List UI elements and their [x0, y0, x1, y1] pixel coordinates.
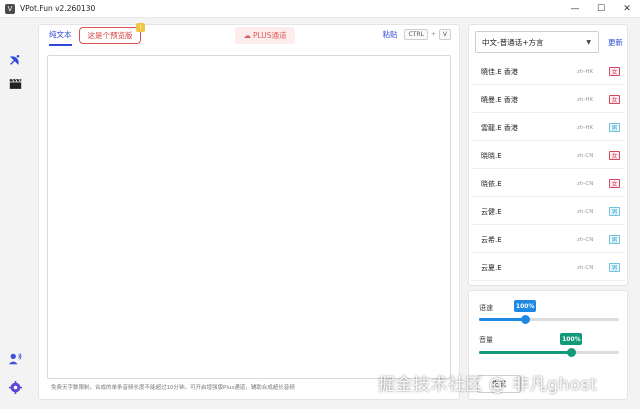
- voice-locale: zh-CN: [577, 152, 594, 159]
- voice-locale: zh-CN: [577, 208, 594, 215]
- title-bar: V VPot.Fun v2.260130 — ☐ ✕: [0, 0, 640, 18]
- voice-item[interactable]: 云希.E zh-CN 男: [471, 227, 625, 253]
- maximize-button[interactable]: ☐: [588, 0, 614, 18]
- voice-name: 曉佳.E 香港: [481, 67, 518, 76]
- voice-locale: zh-CN: [577, 236, 594, 243]
- tab-plus-label: PLUS通道: [252, 31, 287, 40]
- voice-locale: zh-HK: [577, 96, 594, 103]
- voice-item[interactable]: 晓晓.E zh-CN 女: [471, 143, 625, 169]
- voice-name: 雲龍.E 香港: [481, 123, 518, 132]
- voice-item[interactable]: 晓依.E zh-CN 女: [471, 171, 625, 197]
- text-input-area[interactable]: [47, 55, 451, 379]
- gender-badge: 女: [609, 179, 620, 188]
- voice-name: 云健.E: [481, 207, 502, 216]
- cloud-icon: ☁: [243, 31, 251, 40]
- satellite-dish-icon[interactable]: [8, 52, 22, 66]
- volume-slider-thumb[interactable]: [567, 348, 577, 357]
- v-key: V: [438, 29, 451, 40]
- voice-name: 云希.E: [481, 235, 502, 244]
- voice-item[interactable]: 云健.E zh-CN 男: [471, 199, 625, 225]
- preview-tag-label: 这是个预览版: [87, 31, 133, 40]
- voice-name: 晓晓.E: [481, 151, 502, 160]
- gender-badge: 男: [609, 235, 620, 244]
- left-rail: [0, 18, 30, 409]
- paste-shortcut[interactable]: 粘贴 CTRL + V: [382, 29, 451, 40]
- speed-slider-fill: [479, 318, 526, 321]
- app-logo-icon: V: [5, 3, 15, 14]
- close-button[interactable]: ✕: [614, 0, 640, 18]
- gender-badge: 男: [609, 207, 620, 216]
- minimize-button[interactable]: —: [562, 0, 588, 18]
- gender-badge: 女: [609, 67, 620, 76]
- volume-slider[interactable]: 100%: [479, 333, 619, 357]
- plus-sign: +: [430, 31, 436, 38]
- voice-item[interactable]: 曉曼.E 香港 zh-HK 女: [471, 87, 625, 113]
- speed-slider-thumb[interactable]: [521, 315, 531, 324]
- clapperboard-icon[interactable]: [8, 77, 22, 91]
- language-select[interactable]: 中文-普通话+方言 ▼: [475, 31, 599, 53]
- window-title: VPot.Fun v2.260130: [20, 4, 96, 13]
- voice-name: 云夏.E: [481, 263, 502, 272]
- language-select-value: 中文-普通话+方言: [482, 37, 544, 47]
- chevron-down-icon: ▼: [586, 39, 591, 46]
- editor-panel: 纯文本 这是个预览版 ! ☁ PLUS通道 粘贴 CTRL + V 免费无字数限…: [38, 23, 460, 400]
- voice-locale: zh-CN: [577, 180, 594, 187]
- voice-user-icon[interactable]: [8, 352, 22, 366]
- refresh-button[interactable]: 更新: [608, 37, 623, 48]
- speed-slider[interactable]: 100%: [479, 300, 619, 324]
- preview-version-tag[interactable]: 这是个预览版 !: [79, 23, 145, 44]
- gender-badge: 女: [609, 151, 620, 160]
- voice-item[interactable]: 曉佳.E 香港 zh-HK 女: [471, 59, 625, 85]
- gender-badge: 男: [609, 123, 620, 132]
- voice-panel: 中文-普通话+方言 ▼ 更新 曉佳.E 香港 zh-HK 女 曉曼.E 香港 z…: [468, 24, 628, 286]
- usage-note: 免费无字数限制，合成的单条音频长度不能超过10分钟。可开启增强版Plus通道，辅…: [51, 385, 295, 391]
- paste-button[interactable]: 粘贴: [382, 29, 397, 40]
- speed-value-tooltip: 100%: [514, 300, 537, 312]
- gender-badge: 女: [609, 95, 620, 104]
- settings-icon[interactable]: [8, 380, 22, 394]
- gender-badge: 男: [609, 263, 620, 272]
- voice-name: 晓依.E: [481, 179, 502, 188]
- speed-label: 语速: [479, 304, 493, 312]
- volume-label: 音量: [479, 336, 493, 344]
- watermark: 掘金技术社区 @ 非凡ghost: [378, 375, 598, 395]
- voice-item[interactable]: 雲龍.E 香港 zh-HK 男: [471, 115, 625, 141]
- notice-badge-icon: !: [136, 23, 145, 32]
- volume-value-tooltip: 100%: [560, 333, 583, 345]
- tab-plus-channel[interactable]: ☁ PLUS通道: [235, 27, 295, 44]
- ctrl-key: CTRL: [404, 29, 428, 40]
- voice-locale: zh-HK: [577, 68, 594, 75]
- voice-locale: zh-HK: [577, 124, 594, 131]
- tab-plain-text[interactable]: 纯文本: [49, 29, 72, 46]
- volume-slider-fill: [479, 351, 572, 354]
- voice-locale: zh-CN: [577, 264, 594, 271]
- voice-name: 曉曼.E 香港: [481, 95, 518, 104]
- voice-item[interactable]: 云夏.E zh-CN 男: [471, 255, 625, 281]
